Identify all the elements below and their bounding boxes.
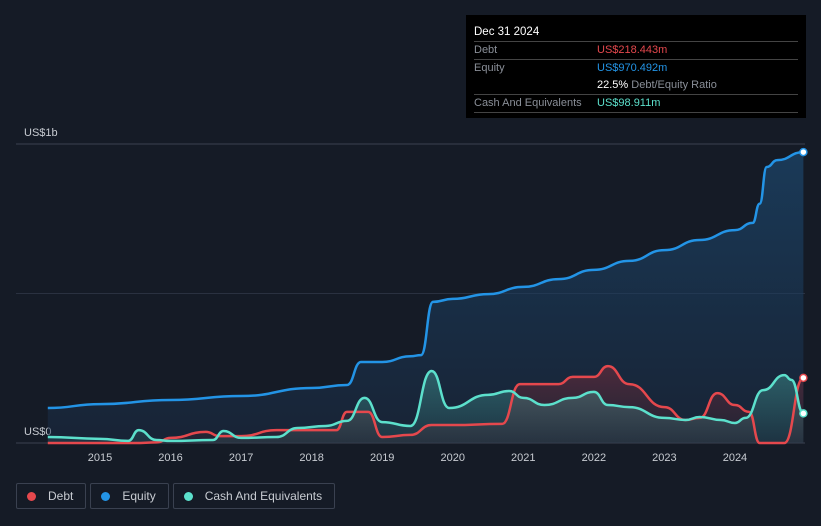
tooltip-equity-label: Equity [474, 62, 505, 74]
legend-debt[interactable]: Debt [16, 483, 87, 509]
debt-dot-icon [27, 491, 36, 501]
tooltip-ratio-row: 22.5% Debt/Equity Ratio [474, 77, 798, 95]
y-tick-label: US$1b [24, 127, 58, 139]
tooltip-debt-row: Debt US$218.443m [474, 42, 798, 60]
x-tick-label: 2023 [652, 452, 676, 464]
tooltip: Dec 31 2024 Debt US$218.443m Equity US$9… [466, 15, 806, 118]
tooltip-ratio-value: 22.5% [597, 79, 629, 91]
x-tick-label: 2018 [299, 452, 323, 464]
legend-label: Cash And Equivalents [204, 489, 323, 503]
end-marker-equity [799, 147, 808, 157]
tooltip-cash-row: Cash And Equivalents US$98.911m [474, 95, 798, 113]
tooltip-equity-row: Equity US$970.492m [474, 60, 798, 77]
legend-label: Equity [122, 489, 156, 503]
x-tick-label: 2015 [88, 452, 112, 464]
x-tick-label: 2021 [511, 452, 535, 464]
legend-equity[interactable]: Equity [90, 483, 169, 509]
x-tick-label: 2024 [723, 452, 747, 464]
tooltip-debt-label: Debt [474, 44, 498, 56]
tooltip-debt-value: US$218.443m [597, 44, 668, 56]
x-tick-label: 2017 [229, 452, 253, 464]
tooltip-ratio-label: Debt/Equity Ratio [631, 79, 717, 91]
end-marker-cash-and-equivalents [799, 409, 808, 418]
end-marker-debt [799, 373, 808, 383]
x-tick-label: 2020 [441, 452, 465, 464]
legend-label: Debt [48, 489, 74, 503]
legend: Debt Equity Cash And Equivalents [16, 483, 336, 509]
tooltip-equity-value: US$970.492m [597, 62, 668, 74]
tooltip-date: Dec 31 2024 [474, 23, 798, 42]
x-tick-label: 2019 [370, 452, 394, 464]
tooltip-cash-value: US$98.911m [597, 97, 661, 109]
cash-dot-icon [183, 491, 193, 501]
equity-dot-icon [101, 491, 111, 501]
tooltip-cash-label: Cash And Equivalents [474, 97, 582, 109]
x-tick-label: 2022 [582, 452, 606, 464]
x-tick-label: 2016 [158, 452, 182, 464]
legend-cash[interactable]: Cash And Equivalents [172, 483, 336, 509]
y-tick-label: US$0 [24, 426, 52, 438]
